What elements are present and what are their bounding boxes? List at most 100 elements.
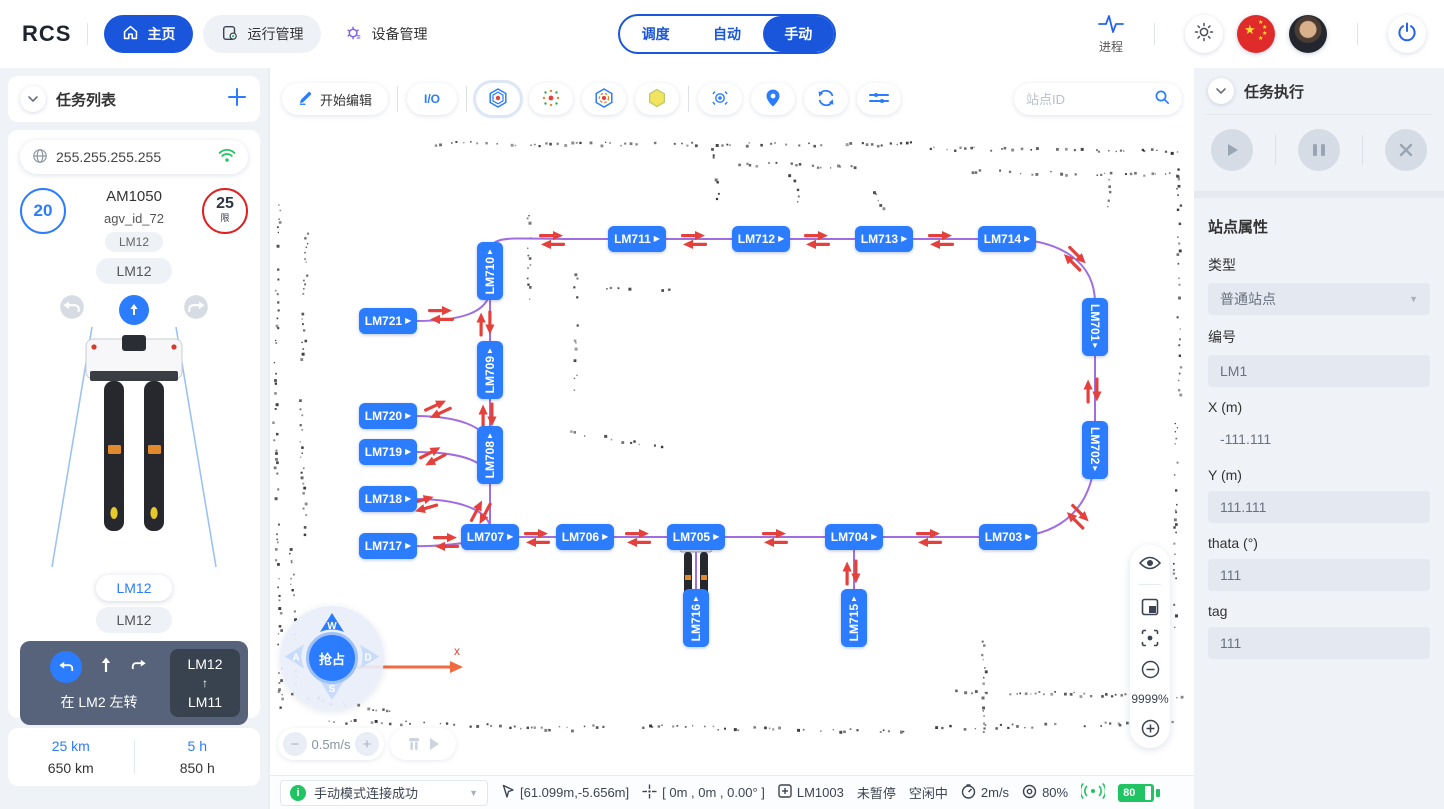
center-robot-button[interactable] bbox=[1141, 629, 1159, 647]
theme-toggle[interactable] bbox=[1185, 15, 1223, 53]
manual-speed-control: − 0.5m/s + bbox=[278, 728, 384, 760]
y-field[interactable] bbox=[1208, 491, 1430, 523]
map-station-node-LM718[interactable]: LM718▶ bbox=[359, 486, 417, 512]
turn-left-ghost-icon[interactable] bbox=[59, 294, 85, 325]
navigation-instruction-panel: 在 LM2 左转 LM12 ↑ LM11 bbox=[20, 641, 248, 725]
map-station-node-LM719[interactable]: LM719▶ bbox=[359, 439, 417, 465]
type-select[interactable]: 普通站点▼ bbox=[1208, 283, 1430, 315]
add-task-button[interactable] bbox=[226, 86, 248, 113]
zoom-in-button[interactable] bbox=[1141, 719, 1160, 738]
map-station-node-LM701[interactable]: LM701▼ bbox=[1082, 298, 1108, 356]
map-station-node-LM703[interactable]: LM703▶ bbox=[979, 524, 1037, 550]
radar-button[interactable] bbox=[698, 83, 742, 115]
map-station-node-LM702[interactable]: LM702▼ bbox=[1082, 421, 1108, 479]
path-direction-arrows bbox=[914, 528, 944, 553]
robot-card[interactable]: 255.255.255.255 20 AM1050 agv_id_72 LM12… bbox=[8, 130, 260, 718]
collapse-task-exec-button[interactable] bbox=[1208, 78, 1234, 104]
hours-total: 850 h bbox=[135, 760, 261, 776]
map-statusbar: i 手动模式连接成功 ▼ [61.099m,-5.656m] [ 0m , 0m… bbox=[270, 775, 1194, 809]
collapse-task-list-button[interactable] bbox=[20, 86, 46, 112]
map-view-controls: 9999% bbox=[1130, 545, 1170, 748]
map-station-node-LM715[interactable]: ▲LM715 bbox=[841, 589, 867, 647]
gauge-icon bbox=[961, 784, 976, 802]
filter-button[interactable] bbox=[857, 83, 901, 115]
x-field-label: X (m) bbox=[1208, 387, 1430, 423]
pause-state: 未暂停 bbox=[857, 783, 896, 802]
station-area-button[interactable] bbox=[635, 83, 679, 115]
path-direction-arrows bbox=[431, 532, 461, 557]
joystick-left-button[interactable]: A bbox=[284, 642, 306, 675]
path-direction-arrows bbox=[802, 230, 832, 255]
map-station-node-LM708[interactable]: ▲LM708 bbox=[477, 426, 503, 484]
location-pin-button[interactable] bbox=[751, 83, 795, 115]
station-normal-button[interactable] bbox=[476, 83, 520, 115]
robot-pose: [ 0m , 0m , 0.00° ] bbox=[662, 785, 765, 800]
map-station-node-LM716[interactable]: ▲LM716 bbox=[683, 589, 709, 647]
mode-manual[interactable]: 手动 bbox=[763, 16, 834, 52]
map-station-node-LM711[interactable]: LM711▶ bbox=[608, 226, 666, 252]
language-flag-button[interactable]: ★ ★ ★ ★ ★ bbox=[1237, 15, 1275, 53]
search-icon[interactable] bbox=[1154, 89, 1170, 110]
joystick-right-button[interactable]: D bbox=[358, 642, 380, 675]
task-pause-button[interactable] bbox=[1298, 129, 1340, 171]
user-avatar[interactable] bbox=[1289, 15, 1327, 53]
robot-id: agv_id_72 bbox=[104, 211, 164, 226]
seize-control-button[interactable]: 抢占 bbox=[306, 632, 358, 684]
station-search-input[interactable] bbox=[1026, 92, 1146, 107]
map-station-node-LM709[interactable]: ▲LM709 bbox=[477, 341, 503, 399]
task-cancel-button[interactable] bbox=[1385, 129, 1427, 171]
io-button[interactable]: I/O bbox=[407, 83, 457, 115]
station-scatter-icon bbox=[540, 87, 562, 112]
mode-dispatch[interactable]: 调度 bbox=[620, 16, 691, 52]
mode-auto[interactable]: 自动 bbox=[691, 16, 762, 52]
theta-field-label: thata (°) bbox=[1208, 523, 1430, 559]
zoom-out-button[interactable] bbox=[1141, 660, 1160, 679]
fork-action-button[interactable] bbox=[390, 728, 456, 760]
odometer-card: 25 km 650 km 5 h 850 h bbox=[8, 728, 260, 786]
nav-operations[interactable]: 运行管理 bbox=[203, 15, 321, 53]
tag-field[interactable] bbox=[1208, 627, 1430, 659]
connection-message[interactable]: i 手动模式连接成功 ▼ bbox=[280, 780, 488, 806]
theta-field-input[interactable] bbox=[1220, 567, 1418, 583]
map-station-node-LM712[interactable]: LM712▶ bbox=[732, 226, 790, 252]
battery-indicator: 80 bbox=[1118, 784, 1154, 802]
home-icon bbox=[122, 24, 139, 44]
theta-field[interactable] bbox=[1208, 559, 1430, 591]
station-search bbox=[1014, 83, 1182, 115]
map-station-node-LM713[interactable]: LM713▶ bbox=[855, 226, 913, 252]
tag-field-input[interactable] bbox=[1220, 635, 1418, 651]
map-station-node-LM714[interactable]: LM714▶ bbox=[978, 226, 1036, 252]
y-field-input[interactable] bbox=[1220, 499, 1418, 515]
station-id-field[interactable] bbox=[1208, 355, 1430, 387]
map-station-node-LM717[interactable]: LM717▶ bbox=[359, 533, 417, 559]
map-station-node-LM721[interactable]: LM721▶ bbox=[359, 308, 417, 334]
nav-home[interactable]: 主页 bbox=[104, 15, 193, 53]
refresh-button[interactable] bbox=[804, 83, 848, 115]
map-station-node-LM704[interactable]: LM704▶ bbox=[825, 524, 883, 550]
map-area[interactable]: LM711▶ LM712▶ LM713▶ LM714▶ ▲LM710 LM721▶ ▲LM7… bbox=[270, 68, 1194, 809]
zoom-level: 9999% bbox=[1131, 692, 1168, 706]
forward-arrow-icon[interactable] bbox=[119, 295, 149, 325]
visibility-button[interactable] bbox=[1139, 555, 1161, 571]
logout-button[interactable] bbox=[1388, 15, 1426, 53]
start-edit-button[interactable]: 开始编辑 bbox=[282, 83, 388, 115]
speed-plus-button[interactable]: + bbox=[355, 732, 379, 756]
turn-right-ghost-icon[interactable] bbox=[183, 294, 209, 325]
station-target-button[interactable] bbox=[582, 83, 626, 115]
map-station-node-LM710[interactable]: ▲LM710 bbox=[477, 242, 503, 300]
path-direction-arrows bbox=[842, 558, 867, 588]
nav-devices[interactable]: 设备管理 bbox=[327, 15, 445, 53]
map-station-node-LM720[interactable]: LM720▶ bbox=[359, 403, 417, 429]
fit-view-button[interactable] bbox=[1141, 598, 1159, 616]
station-scatter-button[interactable] bbox=[529, 83, 573, 115]
process-button[interactable]: 进程 bbox=[1098, 13, 1124, 55]
divider bbox=[1154, 23, 1155, 45]
tag-field-label: tag bbox=[1208, 591, 1430, 627]
task-play-button[interactable] bbox=[1211, 129, 1253, 171]
speed-minus-button[interactable]: − bbox=[283, 732, 307, 756]
pencil-icon bbox=[298, 90, 313, 108]
station-id-field-input[interactable] bbox=[1220, 363, 1418, 379]
map-station-node-LM705[interactable]: LM705▶ bbox=[667, 524, 725, 550]
map-station-node-LM707[interactable]: LM707▶ bbox=[461, 524, 519, 550]
map-station-node-LM706[interactable]: LM706▶ bbox=[556, 524, 614, 550]
